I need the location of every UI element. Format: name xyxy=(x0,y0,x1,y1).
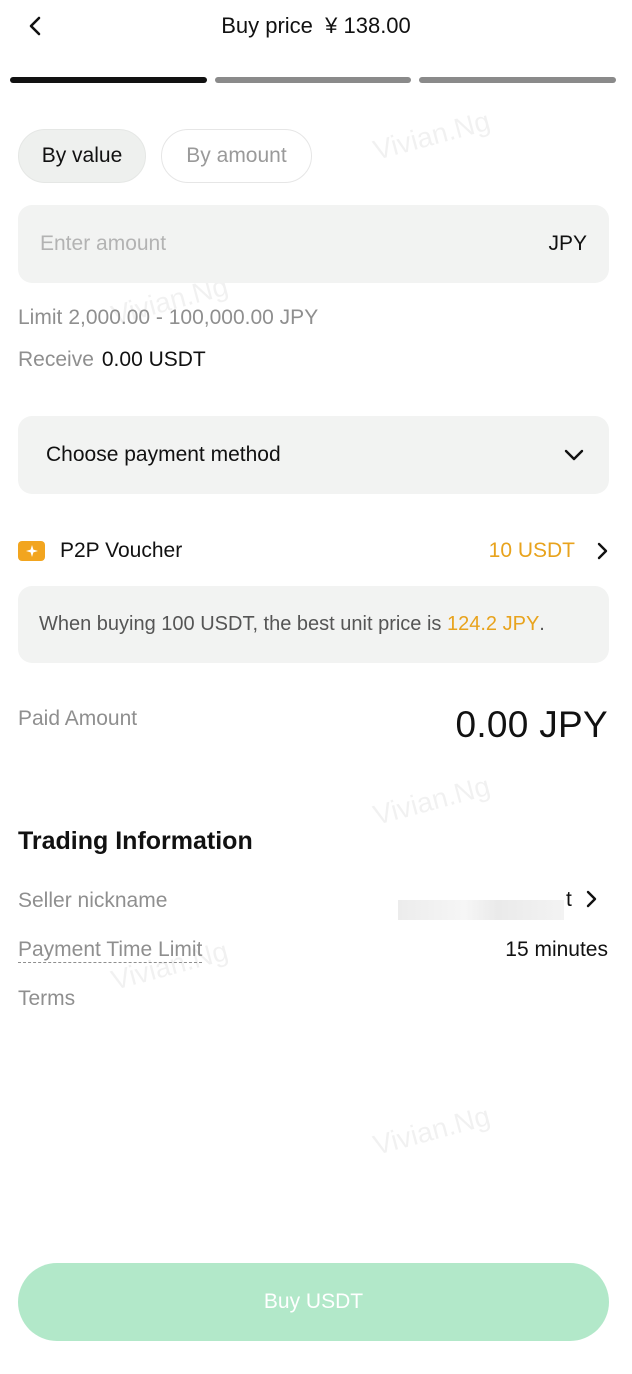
seller-nickname-label: Seller nickname xyxy=(18,889,168,912)
limit-value: 2,000.00 - 100,000.00 JPY xyxy=(68,306,319,329)
seller-nickname-blurred xyxy=(398,900,564,920)
amount-field[interactable]: JPY xyxy=(18,205,609,283)
trading-info-title: Trading Information xyxy=(18,827,253,855)
progress-step-1 xyxy=(10,77,207,83)
receive-label: Receive xyxy=(18,348,94,371)
voucher-ticket-icon xyxy=(18,541,45,561)
tab-by-amount[interactable]: By amount xyxy=(161,129,312,183)
voucher-amount: 10 USDT xyxy=(488,539,575,562)
payment-method-select[interactable]: Choose payment method xyxy=(18,416,609,494)
seller-detail-button[interactable] xyxy=(584,889,598,914)
payment-method-placeholder: Choose payment method xyxy=(46,443,281,466)
watermark: Vivian.Ng xyxy=(369,1100,494,1161)
payment-time-limit-label[interactable]: Payment Time Limit xyxy=(18,938,203,963)
watermark: Vivian.Ng xyxy=(369,105,494,166)
payment-time-limit-value: 15 minutes xyxy=(505,938,608,961)
receive-value: 0.00 USDT xyxy=(101,348,206,371)
sparkle-icon xyxy=(25,545,38,557)
step-progress xyxy=(10,77,617,85)
voucher-label: P2P Voucher xyxy=(60,539,183,562)
progress-step-2 xyxy=(214,77,412,83)
voucher-best-price: 124.2 JPY xyxy=(447,613,540,635)
buy-usdt-button[interactable]: Buy USDT xyxy=(18,1263,609,1341)
terms-label: Terms xyxy=(18,987,76,1010)
limit-label: Limit xyxy=(18,306,63,329)
chevron-right-icon xyxy=(597,542,608,560)
voucher-note: When buying 100 USDT, the best unit pric… xyxy=(18,586,609,663)
voucher-note-suffix: . xyxy=(539,613,545,635)
voucher-note-text: When buying 100 USDT, the best unit pric… xyxy=(39,613,447,635)
amount-input[interactable] xyxy=(40,232,549,256)
receive-line: Receive 0.00 USDT xyxy=(18,348,206,372)
page-title: Buy price ¥ 138.00 xyxy=(221,13,411,38)
chevron-down-icon xyxy=(564,449,584,461)
watermark: Vivian.Ng xyxy=(369,770,494,831)
paid-amount-value: 0.00 JPY xyxy=(455,704,608,745)
progress-step-3 xyxy=(419,77,617,83)
paid-amount-label: Paid Amount xyxy=(18,707,138,730)
chevron-right-icon xyxy=(586,890,597,908)
tab-by-value[interactable]: By value xyxy=(18,129,146,183)
limit-line: Limit 2,000.00 - 100,000.00 JPY xyxy=(18,306,318,330)
voucher-row[interactable]: P2P Voucher 10 USDT xyxy=(18,532,609,570)
seller-nickname-value[interactable]: t xyxy=(566,888,572,912)
currency-label: JPY xyxy=(548,232,587,255)
